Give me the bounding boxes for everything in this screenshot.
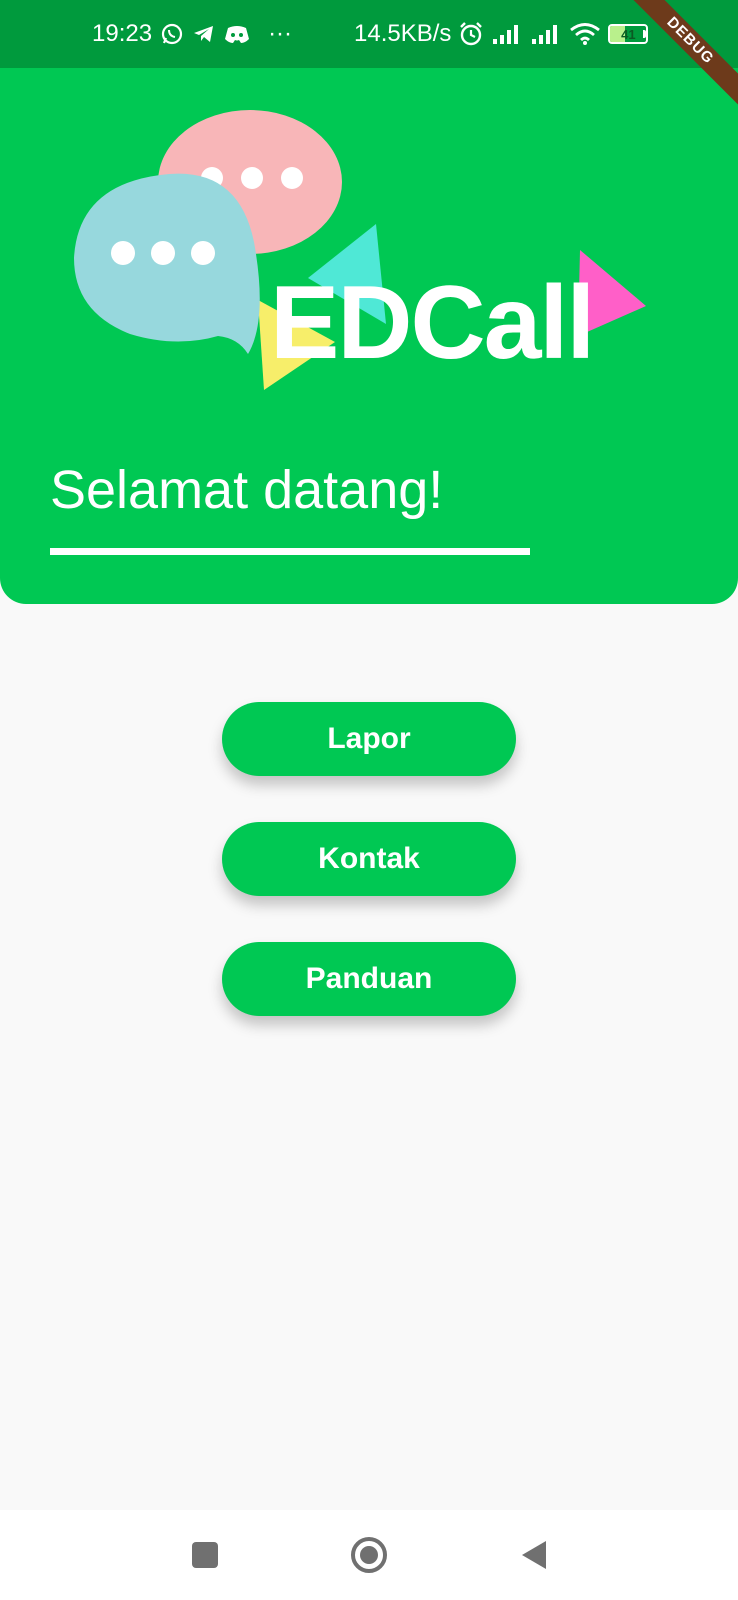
system-nav-bar	[0, 1510, 738, 1600]
status-overflow: ···	[268, 20, 293, 47]
panduan-button[interactable]: Panduan	[222, 942, 516, 1016]
recent-apps-icon[interactable]	[182, 1532, 228, 1578]
blue-chat-bubble-icon	[74, 173, 260, 354]
status-bar: 19:23 ··· 14.5KB/s 41	[0, 0, 738, 68]
logo-text: EDCall	[270, 265, 593, 381]
signal-icon	[491, 23, 523, 45]
battery-level: 41	[621, 26, 636, 42]
status-bar-right: 14.5KB/s 41	[354, 0, 649, 68]
battery-indicator: 41	[608, 24, 649, 44]
header-panel: EDCall Selamat datang!	[0, 68, 738, 604]
battery-icon: 41	[608, 24, 649, 44]
network-speed: 14.5KB/s	[354, 20, 452, 47]
telegram-icon	[192, 22, 216, 46]
discord-icon	[224, 23, 250, 45]
whatsapp-icon	[160, 22, 184, 46]
wifi-icon	[569, 22, 601, 46]
welcome-heading: Selamat datang!	[50, 460, 444, 520]
kontak-button[interactable]: Kontak	[222, 822, 516, 896]
alarm-icon	[458, 21, 484, 47]
lapor-button[interactable]: Lapor	[222, 702, 516, 776]
welcome-underline	[50, 548, 530, 555]
app-screen: 19:23 ··· 14.5KB/s 41 DEBUG EDCall Selam…	[0, 0, 738, 1600]
back-icon[interactable]	[510, 1532, 556, 1578]
home-icon[interactable]	[346, 1532, 392, 1578]
status-bar-left: 19:23 ···	[92, 0, 292, 68]
signal-icon	[530, 23, 562, 45]
status-time: 19:23	[92, 20, 153, 47]
edcall-logo: EDCall	[74, 110, 646, 390]
